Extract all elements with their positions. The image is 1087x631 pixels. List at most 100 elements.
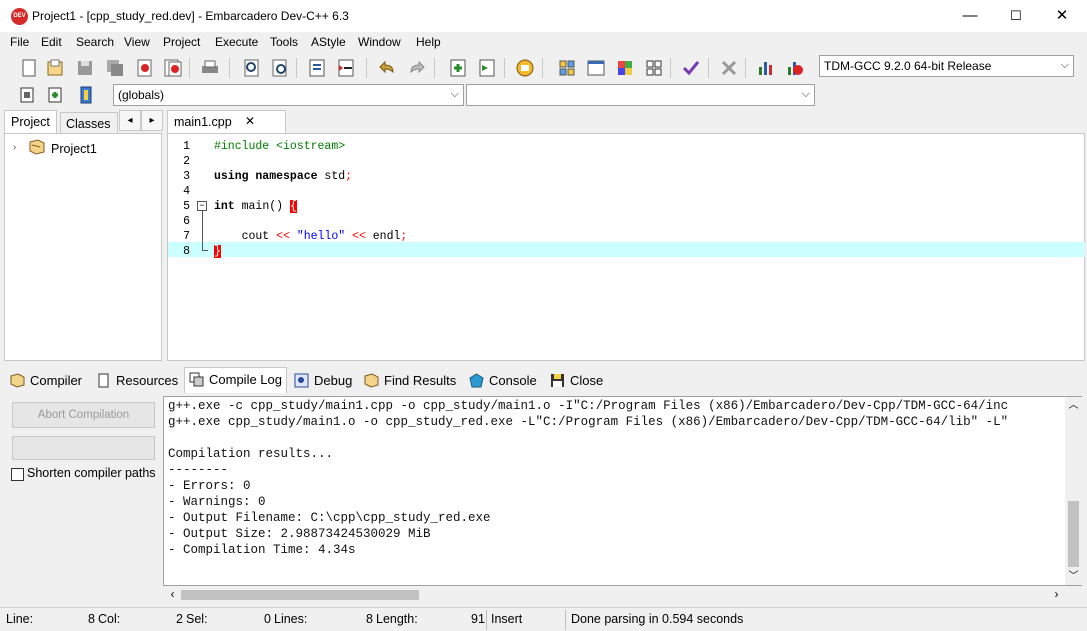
h-scrollbar-thumb[interactable] — [181, 590, 419, 600]
tab-debug[interactable]: Debug — [290, 370, 356, 392]
goto-definition-icon[interactable] — [44, 84, 66, 106]
find-icon[interactable] — [241, 57, 263, 79]
print-icon[interactable] — [199, 57, 221, 79]
minimize-button[interactable]: — — [947, 0, 993, 32]
line-number: 3 — [183, 170, 190, 183]
menu-bar: File Edit Search View Project Execute To… — [0, 32, 1087, 52]
bookmark-icon[interactable] — [514, 57, 536, 79]
horizontal-scrollbar[interactable]: ‹ › — [164, 586, 1065, 603]
project-icon — [28, 139, 46, 155]
tree-item-project1[interactable]: Project1 — [51, 142, 97, 156]
line-number: 8 — [183, 245, 190, 258]
save-all-icon[interactable] — [104, 57, 126, 79]
goto-line-icon[interactable] — [306, 57, 328, 79]
tab-find-results[interactable]: Find Results — [360, 370, 460, 392]
tab-compile-log[interactable]: Compile Log — [184, 367, 287, 393]
tab-scroll-right-button[interactable]: ▸ — [141, 110, 163, 131]
menu-execute[interactable]: Execute — [215, 35, 258, 49]
menu-file[interactable]: File — [10, 35, 29, 49]
menu-edit[interactable]: Edit — [41, 35, 62, 49]
bottom-panel-tabs: Compiler Resources Compile Log Debug Fin… — [4, 367, 1085, 393]
abort-compilation-button[interactable]: Abort Compilation — [12, 402, 155, 428]
menu-view[interactable]: View — [124, 35, 150, 49]
window-title: Project1 - [cpp_study_red.dev] - Embarca… — [32, 9, 349, 23]
compiler-select[interactable]: TDM-GCC 9.2.0 64-bit Release ⌵ — [819, 55, 1074, 77]
close-all-icon[interactable] — [162, 57, 184, 79]
tab-compiler[interactable]: Compiler — [6, 370, 86, 392]
delete-profile-icon[interactable] — [784, 57, 806, 79]
tab-scroll-left-button[interactable]: ◂ — [119, 110, 141, 131]
tab-close[interactable]: Close — [546, 370, 607, 392]
menu-tools[interactable]: Tools — [270, 35, 298, 49]
class-select-value: (globals) — [118, 88, 165, 102]
menu-project[interactable]: Project — [163, 35, 200, 49]
compile-log-output[interactable]: g++.exe -c cpp_study/main1.cpp -o cpp_st… — [163, 396, 1082, 603]
shorten-paths-label: Shorten compiler paths — [27, 466, 156, 480]
tab-classes[interactable]: Classes — [60, 112, 118, 134]
compiler-select-value: TDM-GCC 9.2.0 64-bit Release — [824, 59, 992, 73]
code-line-1: #include <iostream> — [214, 140, 346, 153]
tab-project[interactable]: Project — [4, 110, 57, 134]
maximize-button[interactable]: ☐ — [993, 0, 1039, 32]
close-window-button[interactable]: ✕ — [1039, 0, 1085, 32]
close-file-icon[interactable] — [134, 57, 156, 79]
chevron-down-icon: ⌵ — [801, 88, 810, 100]
compile-progress-bar — [12, 436, 155, 460]
code-editor[interactable]: 1 2 3 4 5 6 7 8 − #include <iostream> us… — [167, 133, 1085, 361]
chevron-right-icon[interactable]: › — [13, 142, 16, 153]
replace-icon[interactable] — [269, 57, 291, 79]
scrollbar-thumb[interactable] — [1068, 501, 1079, 567]
menu-help[interactable]: Help — [416, 35, 441, 49]
tab-label: main1.cpp — [174, 115, 232, 129]
menu-astyle[interactable]: AStyle — [311, 35, 346, 49]
tab-resources[interactable]: Resources — [92, 370, 182, 392]
scroll-left-icon[interactable]: ‹ — [164, 586, 181, 603]
shorten-paths-checkbox[interactable] — [11, 468, 24, 481]
scroll-down-icon[interactable]: ﹀ — [1065, 568, 1082, 585]
left-panel-tabs: Project Classes ◂ ▸ — [4, 110, 164, 134]
redo-icon[interactable] — [405, 57, 427, 79]
status-insert-mode: Insert — [491, 612, 523, 626]
status-message: Done parsing in 0.594 seconds — [571, 612, 744, 626]
tab-console[interactable]: Console — [465, 370, 541, 392]
menu-window[interactable]: Window — [358, 35, 401, 49]
run-icon[interactable] — [585, 57, 607, 79]
vertical-scrollbar[interactable]: ︿ ﹀ — [1065, 397, 1082, 585]
line-number: 2 — [183, 155, 190, 168]
import-project-icon[interactable] — [476, 57, 498, 79]
log-line: g++.exe cpp_study/main1.o -o cpp_study_r… — [168, 415, 1009, 429]
fold-toggle-icon[interactable]: − — [197, 201, 207, 211]
tab-main1-cpp[interactable]: main1.cpp ✕ — [167, 110, 286, 134]
class-select[interactable]: (globals) ⌵ — [113, 84, 464, 106]
rebuild-icon[interactable] — [643, 57, 665, 79]
scroll-up-icon[interactable]: ︿ — [1065, 397, 1082, 414]
class-browser-icon[interactable] — [75, 84, 97, 106]
compile-run-icon[interactable] — [614, 57, 636, 79]
code-line-5: int main() { — [214, 200, 297, 213]
syntax-check-icon[interactable] — [680, 57, 702, 79]
code-line-8: } — [214, 245, 221, 258]
save-icon[interactable] — [74, 57, 96, 79]
menu-search[interactable]: Search — [76, 35, 114, 49]
line-number: 1 — [183, 140, 190, 153]
status-bar: Line: 8 Col: 2 Sel: 0 Lines: 8 Length: 9… — [0, 607, 1087, 631]
status-lines-label: Lines: — [274, 612, 308, 626]
main-toolbar — [4, 53, 814, 82]
indent-icon[interactable] — [335, 57, 357, 79]
member-select[interactable]: ⌵ — [466, 84, 815, 106]
undo-icon[interactable] — [377, 57, 399, 79]
resources-icon — [96, 373, 111, 388]
save-close-icon — [550, 373, 565, 388]
goto-declaration-icon[interactable] — [16, 84, 38, 106]
profile-icon[interactable] — [755, 57, 777, 79]
status-lines-value: 8 — [366, 612, 373, 626]
scroll-right-icon[interactable]: › — [1048, 586, 1065, 603]
open-project-icon[interactable] — [44, 57, 66, 79]
stop-execution-icon[interactable] — [718, 57, 740, 79]
compile-icon[interactable] — [556, 57, 578, 79]
status-line-value: 8 — [88, 612, 95, 626]
new-project-icon[interactable] — [447, 57, 469, 79]
new-file-icon[interactable] — [18, 57, 40, 79]
close-tab-icon[interactable]: ✕ — [245, 114, 255, 128]
log-line: - Compilation Time: 4.34s — [168, 543, 356, 557]
